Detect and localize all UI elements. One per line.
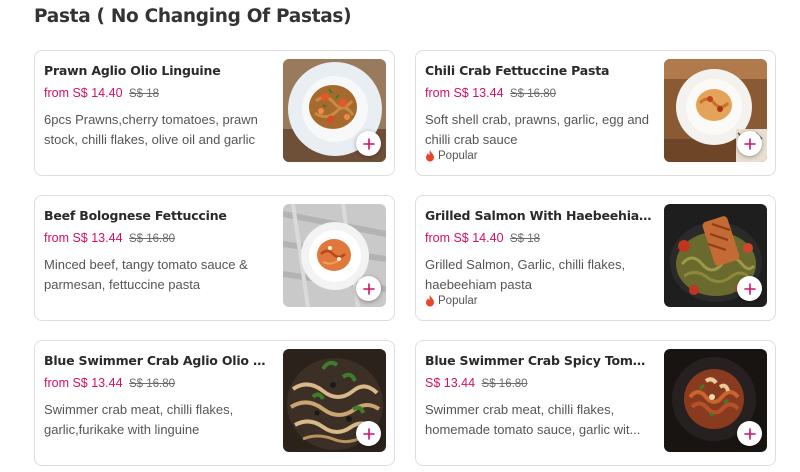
popular-badge: Popular xyxy=(425,150,478,162)
item-name: Beef Bolognese Fettuccine xyxy=(44,208,227,223)
menu-item-card[interactable]: Prawn Aglio Olio Linguine from S$ 14.40 … xyxy=(34,50,395,176)
item-price-row: from S$ 13.44 S$ 16.80 xyxy=(44,376,175,390)
item-description-line: Soft shell crab, prawns, garlic, egg and xyxy=(425,112,650,127)
section-title-text: Pasta xyxy=(34,6,91,27)
plus-icon xyxy=(743,282,756,295)
add-to-cart-button[interactable] xyxy=(737,276,762,301)
item-price-row: S$ 13.44 S$ 16.80 xyxy=(425,376,528,390)
flame-icon xyxy=(426,150,434,162)
add-to-cart-button[interactable] xyxy=(737,131,762,156)
item-price-row: from S$ 14.40 S$ 18 xyxy=(44,86,159,100)
item-price-row: from S$ 14.40 S$ 18 xyxy=(425,231,540,245)
item-description-line: Minced beef, tangy tomato sauce & xyxy=(44,257,248,272)
item-price-row: from S$ 13.44 S$ 16.80 xyxy=(44,231,175,245)
popular-label: Popular xyxy=(438,150,478,162)
item-original-price: S$ 16.80 xyxy=(510,88,557,100)
item-name: Blue Swimmer Crab Aglio Olio Ling... xyxy=(44,353,272,368)
item-description: Minced beef, tangy tomato sauce & parmes… xyxy=(44,255,274,294)
item-description-line: stock, chilli flakes, olive oil and garl… xyxy=(44,131,255,147)
add-to-cart-button[interactable] xyxy=(356,131,381,156)
item-name: Blue Swimmer Crab Spicy Tomato ... xyxy=(425,353,653,368)
item-name: Chili Crab Fettuccine Pasta xyxy=(425,63,610,78)
item-description-line: garlic,furikake with linguine xyxy=(44,421,200,437)
menu-item-card[interactable]: Blue Swimmer Crab Aglio Olio Ling... fro… xyxy=(34,340,395,466)
item-price: from S$ 13.44 xyxy=(44,376,123,390)
item-name: Prawn Aglio Olio Linguine xyxy=(44,63,221,78)
item-description-line: Swimmer crab meat, chilli flakes, xyxy=(425,402,615,417)
plus-icon xyxy=(743,137,756,150)
flame-icon xyxy=(426,295,434,307)
item-description-line: haebeehiam pasta xyxy=(425,276,532,292)
popular-badge: Popular xyxy=(425,295,478,307)
item-original-price: S$ 18 xyxy=(510,233,541,245)
plus-icon xyxy=(362,137,375,150)
plus-icon xyxy=(362,427,375,440)
add-to-cart-button[interactable] xyxy=(356,276,381,301)
section-subtitle: ( No Changing Of Pastas) xyxy=(96,6,352,27)
item-price: S$ 13.44 xyxy=(425,376,476,390)
item-description-line: 6pcs Prawns,cherry tomatoes, prawn xyxy=(44,112,258,127)
menu-item-card[interactable]: Grilled Salmon With Haebeehiam Li... fro… xyxy=(415,195,776,321)
item-description: 6pcs Prawns,cherry tomatoes, prawn stock… xyxy=(44,110,274,149)
item-description: Swimmer crab meat, chilli flakes, garlic… xyxy=(44,400,274,439)
item-description-line: Grilled Salmon, Garlic, chilli flakes, xyxy=(425,257,626,272)
add-to-cart-button[interactable] xyxy=(737,421,762,446)
item-description: Swimmer crab meat, chilli flakes, homema… xyxy=(425,400,655,439)
item-price: from S$ 14.40 xyxy=(425,231,504,245)
plus-icon xyxy=(743,427,756,440)
item-description-line: chilli crab sauce xyxy=(425,131,518,147)
item-price: from S$ 13.44 xyxy=(44,231,123,245)
item-description: Grilled Salmon, Garlic, chilli flakes, h… xyxy=(425,255,655,294)
item-price: from S$ 13.44 xyxy=(425,86,504,100)
item-description: Soft shell crab, prawns, garlic, egg and… xyxy=(425,110,655,149)
plus-icon xyxy=(362,282,375,295)
item-description-line: parmesan, fettuccine pasta xyxy=(44,276,201,292)
section-title: Pasta ( No Changing Of Pastas) xyxy=(34,6,352,27)
menu-item-card[interactable]: Blue Swimmer Crab Spicy Tomato ... S$ 13… xyxy=(415,340,776,466)
item-description-line: homemade tomato sauce, garlic wit... xyxy=(425,421,641,437)
add-to-cart-button[interactable] xyxy=(356,421,381,446)
item-price-row: from S$ 13.44 S$ 16.80 xyxy=(425,86,556,100)
item-original-price: S$ 16.80 xyxy=(481,378,528,390)
item-price: from S$ 14.40 xyxy=(44,86,123,100)
item-original-price: S$ 18 xyxy=(129,88,160,100)
menu-item-card[interactable]: Chili Crab Fettuccine Pasta from S$ 13.4… xyxy=(415,50,776,176)
menu-item-card[interactable]: Beef Bolognese Fettuccine from S$ 13.44 … xyxy=(34,195,395,321)
item-description-line: Swimmer crab meat, chilli flakes, xyxy=(44,402,234,417)
popular-label: Popular xyxy=(438,295,478,307)
item-name: Grilled Salmon With Haebeehiam Li... xyxy=(425,208,653,223)
item-original-price: S$ 16.80 xyxy=(129,233,176,245)
item-original-price: S$ 16.80 xyxy=(129,378,176,390)
